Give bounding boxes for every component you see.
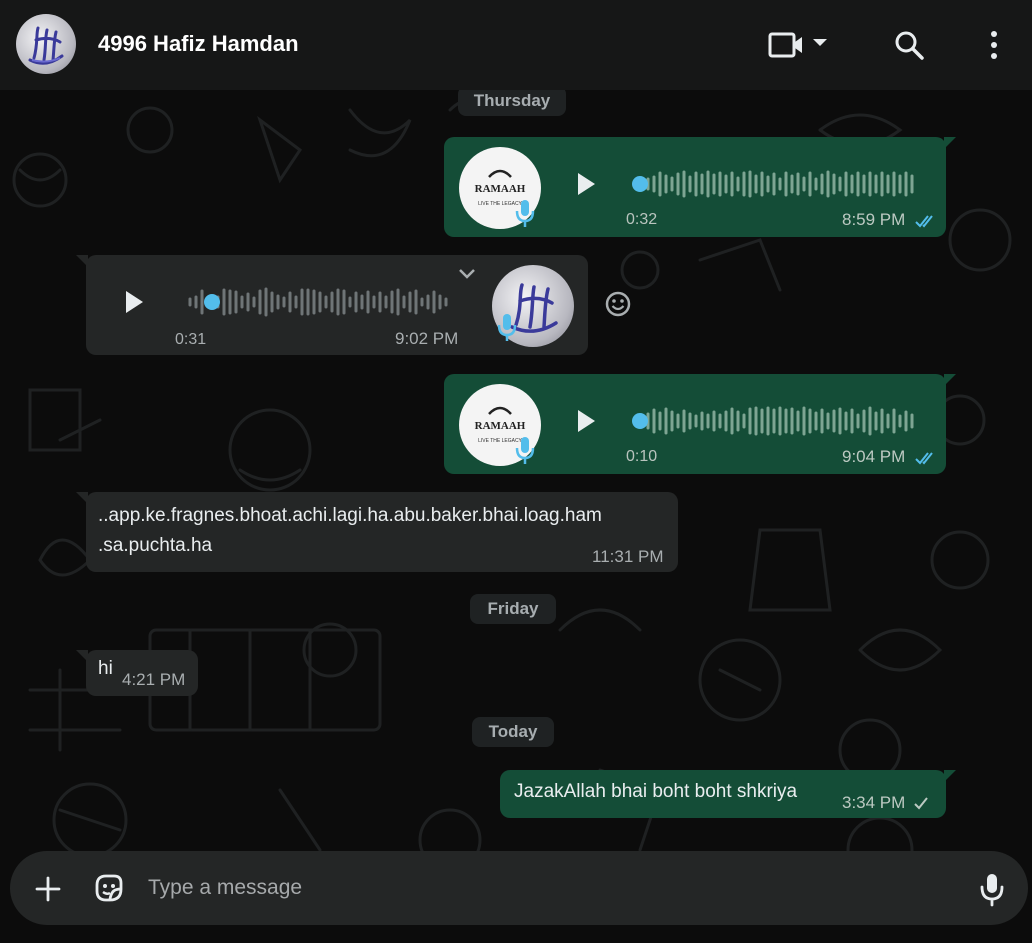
contact-avatar[interactable] bbox=[16, 14, 76, 74]
emoji-react-icon[interactable] bbox=[604, 290, 632, 318]
microphone-icon bbox=[497, 314, 517, 341]
play-icon[interactable] bbox=[574, 408, 598, 434]
chevron-down-icon[interactable] bbox=[456, 265, 478, 281]
message-time: 11:31 PM bbox=[592, 547, 664, 566]
message-input[interactable] bbox=[148, 873, 928, 903]
message-text: JazakAllah bhai boht boht shkriya bbox=[514, 781, 798, 802]
playback-progress-dot bbox=[204, 294, 220, 310]
calligraphy-avatar-icon bbox=[28, 26, 64, 65]
microphone-icon bbox=[515, 437, 535, 464]
chevron-down-icon[interactable] bbox=[810, 36, 830, 50]
read-ticks-icon bbox=[915, 215, 933, 228]
outgoing-text-message[interactable]: JazakAllah bhai boht boht shkriya 3:34 P… bbox=[500, 770, 956, 818]
message-composer bbox=[10, 851, 1028, 925]
day-divider-thursday: Thursday bbox=[458, 90, 566, 116]
message-time: 3:34 PM bbox=[842, 793, 906, 812]
play-icon[interactable] bbox=[574, 171, 598, 197]
incoming-text-message[interactable]: hi 4:21 PM bbox=[76, 650, 198, 696]
microphone-icon[interactable] bbox=[978, 871, 1006, 907]
incoming-text-message[interactable]: ..app.ke.fragnes.bhoat.achi.lagi.ha.abu.… bbox=[76, 492, 678, 572]
playback-progress-dot bbox=[632, 176, 648, 192]
voice-duration: 0:32 bbox=[626, 211, 658, 228]
day-divider-friday: Friday bbox=[470, 594, 556, 624]
chat-header: 4996 Hafiz Hamdan bbox=[0, 0, 1032, 90]
message-time: 9:02 PM bbox=[395, 329, 459, 348]
chat-area[interactable]: Thursday RAMAAH LIVE THE LEGACY 0:32 8:5… bbox=[0, 90, 1032, 943]
incoming-voice-message[interactable]: 0:31 9:02 PM bbox=[76, 255, 588, 355]
playback-progress-dot bbox=[632, 413, 648, 429]
avatar-label: RAMAAH bbox=[475, 183, 526, 195]
message-time: 8:59 PM bbox=[842, 210, 906, 229]
voice-duration: 0:10 bbox=[626, 448, 658, 465]
bubble-tail bbox=[76, 492, 88, 504]
bubble-tail bbox=[76, 255, 88, 267]
avatar-label: RAMAAH bbox=[475, 420, 526, 432]
voice-duration: 0:31 bbox=[175, 331, 207, 348]
search-icon[interactable] bbox=[892, 28, 926, 62]
message-text: hi bbox=[98, 658, 113, 679]
bubble-tail bbox=[944, 770, 956, 782]
day-divider-today: Today bbox=[472, 717, 554, 747]
outgoing-voice-message[interactable]: RAMAAH LIVE THE LEGACY 0:32 8:59 PM bbox=[444, 137, 956, 237]
bubble-tail bbox=[944, 137, 956, 149]
contact-name[interactable]: 4996 Hafiz Hamdan bbox=[98, 31, 299, 57]
voice-waveform[interactable] bbox=[182, 285, 452, 319]
message-time: 4:21 PM bbox=[122, 670, 186, 689]
outgoing-voice-message[interactable]: RAMAAH LIVE THE LEGACY 0:10 9:04 PM bbox=[444, 374, 956, 474]
bubble-tail bbox=[76, 650, 88, 662]
microphone-icon bbox=[515, 200, 535, 227]
message-text: ..app.ke.fragnes.bhoat.achi.lagi.ha.abu.… bbox=[98, 505, 602, 526]
bubble-tail bbox=[944, 374, 956, 386]
message-text-line2: .sa.puchta.ha bbox=[98, 535, 213, 556]
voice-waveform[interactable] bbox=[630, 167, 920, 201]
sticker-icon[interactable] bbox=[92, 871, 126, 905]
voice-waveform[interactable] bbox=[630, 404, 920, 438]
read-ticks-icon bbox=[915, 452, 933, 465]
message-time: 9:04 PM bbox=[842, 447, 906, 466]
sent-tick-icon bbox=[914, 797, 928, 810]
play-icon[interactable] bbox=[122, 289, 146, 315]
plus-icon[interactable] bbox=[34, 875, 62, 903]
menu-dots-icon[interactable] bbox=[984, 30, 1004, 60]
